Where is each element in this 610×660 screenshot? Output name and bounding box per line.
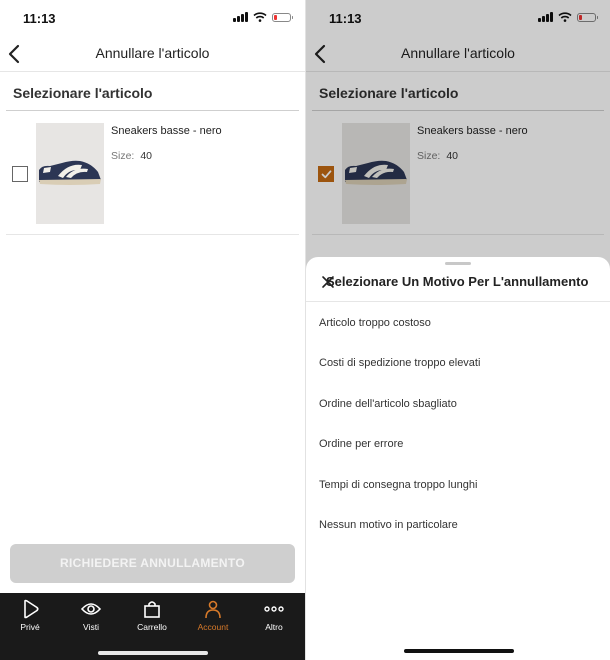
product-size: Size: 40 bbox=[111, 150, 152, 162]
status-time: 11:13 bbox=[23, 11, 56, 26]
eye-icon bbox=[80, 603, 102, 615]
reason-option[interactable]: Costi di spedizione troppo elevati bbox=[319, 357, 480, 369]
reason-option[interactable]: Ordine per errore bbox=[319, 438, 403, 450]
tab-label: Privé bbox=[20, 622, 40, 632]
person-icon bbox=[205, 600, 221, 619]
bag-icon bbox=[144, 601, 160, 618]
reason-bottom-sheet: Selezionare Un Motivo Per L'annullamento… bbox=[306, 257, 610, 660]
size-value: 40 bbox=[140, 150, 153, 162]
tab-visti[interactable]: Visti bbox=[61, 599, 121, 632]
page-title: Annullare l'articolo bbox=[95, 45, 210, 61]
request-cancellation-button[interactable]: RICHIEDERE ANNULLAMENTO bbox=[10, 544, 295, 583]
play-icon bbox=[24, 599, 39, 619]
tab-account[interactable]: Account bbox=[183, 599, 243, 632]
home-indicator bbox=[404, 649, 514, 653]
divider bbox=[6, 110, 299, 111]
signal-icon bbox=[233, 12, 248, 22]
tab-altro[interactable]: Altro bbox=[244, 599, 304, 632]
tab-bar: Privé Visti Carrello Account Altro bbox=[0, 593, 305, 660]
reason-option[interactable]: Nessun motivo in particolare bbox=[319, 519, 458, 531]
nav-bar: Annullare l'articolo bbox=[0, 36, 305, 72]
tab-label: Visti bbox=[83, 622, 99, 632]
tab-carrello[interactable]: Carrello bbox=[122, 599, 182, 632]
product-name: Sneakers basse - nero bbox=[111, 125, 222, 137]
section-title: Selezionare l'articolo bbox=[13, 85, 153, 101]
size-label: Size: bbox=[111, 150, 135, 162]
tab-label: Altro bbox=[265, 622, 283, 632]
sheet-grabber[interactable] bbox=[445, 262, 471, 265]
tab-label: Account bbox=[197, 622, 229, 632]
reason-option[interactable]: Tempi di consegna troppo lunghi bbox=[319, 479, 477, 491]
item-row[interactable]: Sneakers basse - nero Size: 40 bbox=[6, 112, 299, 235]
more-icon bbox=[264, 606, 284, 612]
home-indicator bbox=[98, 651, 208, 655]
cancel-reason-screen: 11:13 Annullare l'articolo Selezionare l… bbox=[305, 0, 610, 660]
cancel-item-screen: 11:13 Annullare l'articolo Selezionare l… bbox=[0, 0, 305, 660]
reason-option[interactable]: Articolo troppo costoso bbox=[319, 317, 431, 329]
status-bar: 11:13 bbox=[0, 0, 305, 36]
product-image bbox=[36, 123, 104, 224]
battery-icon bbox=[272, 12, 293, 22]
reason-option[interactable]: Ordine dell'articolo sbagliato bbox=[319, 398, 457, 410]
status-icons bbox=[233, 12, 293, 22]
wifi-icon bbox=[253, 12, 267, 22]
divider bbox=[306, 301, 610, 302]
sheet-title: Selezionare Un Motivo Per L'annullamento bbox=[326, 274, 589, 289]
item-checkbox[interactable] bbox=[12, 166, 28, 182]
tab-prive[interactable]: Privé bbox=[0, 599, 60, 632]
tab-label: Carrello bbox=[137, 622, 167, 632]
